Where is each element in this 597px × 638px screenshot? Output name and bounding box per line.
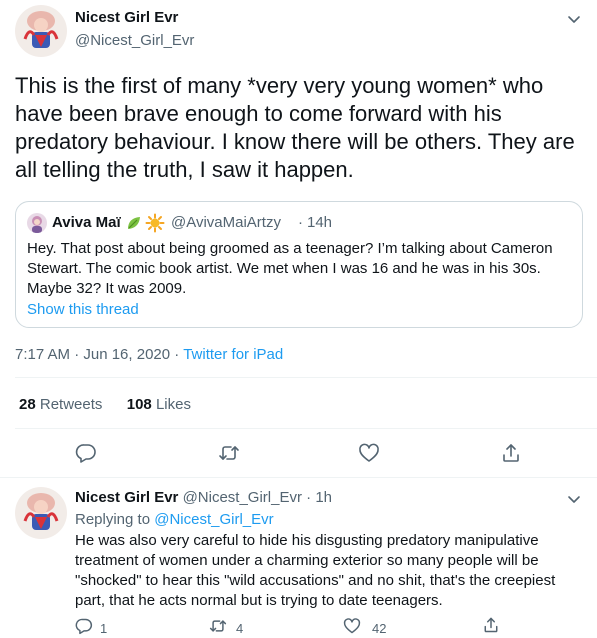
- chevron-down-icon[interactable]: [565, 490, 583, 508]
- reply-count: 1: [100, 621, 108, 636]
- likes-label[interactable]: Likes: [156, 396, 191, 413]
- separator-dot: ·: [298, 214, 303, 231]
- replying-to: Replying to @Nicest_Girl_Evr: [75, 511, 274, 528]
- quoted-tweet[interactable]: Aviva Maï @AvivaMaiArtzy · 14h Hey. That…: [15, 201, 583, 328]
- show-thread-link[interactable]: Show this thread: [27, 301, 139, 318]
- share-icon[interactable]: [500, 442, 522, 464]
- divider: [15, 428, 597, 429]
- reply-text: He was also very careful to hide his dis…: [75, 532, 556, 609]
- reply-icon[interactable]: [75, 442, 97, 464]
- source-link[interactable]: Twitter for iPad: [183, 346, 283, 363]
- retweet-icon[interactable]: [218, 442, 240, 464]
- user-handle[interactable]: @Nicest_Girl_Evr: [75, 32, 194, 49]
- separator-dot: ·: [174, 346, 180, 363]
- reply-icon[interactable]: [75, 617, 93, 635]
- reply-timestamp[interactable]: 1h: [315, 489, 332, 506]
- separator-dot: ·: [306, 489, 312, 506]
- quoted-tweet-text: Hey. That post about being groomed as a …: [27, 240, 553, 297]
- divider: [15, 377, 597, 378]
- reply-header: Nicest Girl Evr @Nicest_Girl_Evr · 1h: [75, 489, 332, 506]
- display-name[interactable]: Nicest Girl Evr: [75, 9, 178, 26]
- retweet-count: 4: [236, 621, 244, 636]
- like-count: 42: [372, 621, 387, 636]
- tweet-meta: 7:17 AM · Jun 16, 2020 · Twitter for iPa…: [15, 346, 283, 363]
- quoted-display-name: Aviva Maï: [52, 214, 121, 231]
- sun-icon: [145, 213, 165, 233]
- heart-icon[interactable]: [343, 617, 361, 635]
- user-handle[interactable]: @Nicest_Girl_Evr: [183, 489, 302, 506]
- quoted-user-handle: @AvivaMaiArtzy: [171, 214, 281, 231]
- retweets-label[interactable]: Retweets: [40, 396, 103, 413]
- chevron-down-icon[interactable]: [565, 10, 583, 28]
- engagement-stats: 28 Retweets 108 Likes: [19, 396, 191, 413]
- leaf-icon: [124, 213, 144, 233]
- avatar[interactable]: [15, 5, 67, 57]
- replying-to-handle[interactable]: @Nicest_Girl_Evr: [154, 511, 273, 528]
- tweet-text: This is the first of many *very very you…: [15, 73, 575, 182]
- replying-to-label: Replying to: [75, 511, 155, 528]
- retweets-count[interactable]: 28: [19, 396, 36, 413]
- quoted-timestamp: 14h: [307, 214, 333, 231]
- retweet-icon[interactable]: [209, 617, 227, 635]
- likes-count[interactable]: 108: [127, 396, 152, 413]
- avatar[interactable]: [15, 487, 67, 539]
- share-icon[interactable]: [482, 616, 500, 634]
- tweet-timestamp[interactable]: 7:17 AM · Jun 16, 2020: [15, 346, 170, 363]
- heart-icon[interactable]: [358, 442, 380, 464]
- divider: [0, 477, 597, 478]
- display-name[interactable]: Nicest Girl Evr: [75, 489, 178, 506]
- avatar: [27, 213, 47, 233]
